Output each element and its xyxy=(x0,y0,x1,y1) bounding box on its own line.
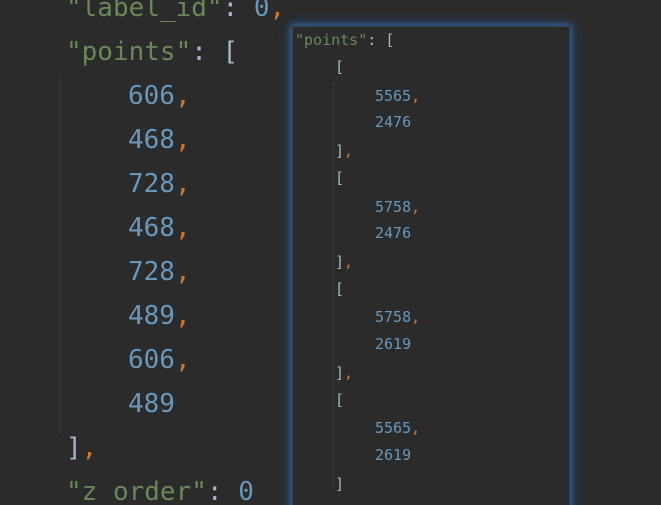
code-line-close: ], xyxy=(66,426,97,470)
json-number: 0 xyxy=(253,0,270,23)
popup-group-open: [ xyxy=(335,56,344,78)
popup-group-open: [ xyxy=(335,278,344,300)
code-line-value: 606, xyxy=(128,74,191,118)
popup-value: 5758, xyxy=(375,306,420,328)
popup-value: 2619 xyxy=(375,333,411,355)
json-number: 0 xyxy=(238,477,254,505)
popup-group-open: [ xyxy=(335,389,344,411)
comma: , xyxy=(174,125,191,155)
json-key: "z_order" xyxy=(66,477,207,505)
open-bracket: [ xyxy=(335,58,345,76)
popup-group-close: ], xyxy=(335,140,353,162)
popup-value: 2619 xyxy=(375,444,411,466)
json-number: 5758 xyxy=(375,198,412,216)
json-number: 2476 xyxy=(375,113,412,131)
json-number: 489 xyxy=(128,301,175,331)
comma: , xyxy=(411,198,421,216)
colon: : xyxy=(222,0,254,23)
json-number: 5565 xyxy=(375,87,412,105)
json-key: "label_id" xyxy=(66,0,223,23)
open-bracket: [ xyxy=(335,391,345,409)
json-key: "points" xyxy=(66,37,192,67)
comma: , xyxy=(174,81,191,111)
close-bracket: ] xyxy=(335,364,345,382)
json-number: 5758 xyxy=(375,308,412,326)
popup-value: 5758, xyxy=(375,196,420,218)
close-bracket: ] xyxy=(66,433,82,463)
json-number: 606 xyxy=(128,345,175,375)
close-bracket: ] xyxy=(335,253,345,271)
colon: : xyxy=(367,31,386,49)
code-line-value: 728, xyxy=(128,162,191,206)
popup-line-points: "points": [ xyxy=(295,29,394,51)
popup-value: 5565, xyxy=(375,417,420,439)
code-line-label-id: "label_id": 0, xyxy=(66,0,285,30)
comma: , xyxy=(174,345,191,375)
json-number: 728 xyxy=(128,169,175,199)
code-line-value: 489 xyxy=(128,382,175,426)
code-line-points: "points": [ xyxy=(66,30,238,74)
comma: , xyxy=(411,419,421,437)
close-bracket: ] xyxy=(335,142,345,160)
open-bracket: [ xyxy=(385,31,395,49)
json-number: 5565 xyxy=(375,419,412,437)
comma: , xyxy=(344,253,354,271)
colon: : xyxy=(206,477,239,505)
code-line-value: 468, xyxy=(128,206,191,250)
colon: : xyxy=(191,37,223,67)
code-line-z-order: "z_order": 0 xyxy=(66,470,254,505)
code-line-value: 489, xyxy=(128,294,191,338)
comma: , xyxy=(344,364,354,382)
json-number: 468 xyxy=(128,213,175,243)
json-number: 489 xyxy=(128,389,175,419)
popup-group-close: ], xyxy=(335,362,353,384)
comma: , xyxy=(174,301,191,331)
popup-value: 5565, xyxy=(375,85,420,107)
comma: , xyxy=(269,0,286,23)
code-line-value: 606, xyxy=(128,338,191,382)
code-preview-popup[interactable]: "points": [ [ 5565, 2476 ], [ 5758, 2476… xyxy=(292,26,570,505)
popup-group-close: ], xyxy=(335,251,353,273)
comma: , xyxy=(411,308,421,326)
popup-value: 2476 xyxy=(375,111,411,133)
json-number: 468 xyxy=(128,125,175,155)
screenshot-stage: "label_id": 0, "points": [ 606, 468, 728… xyxy=(0,0,661,505)
open-bracket: [ xyxy=(222,37,239,67)
json-number: 2619 xyxy=(375,446,412,464)
popup-value: 2476 xyxy=(375,222,411,244)
comma: , xyxy=(174,257,191,287)
popup-group-close: ] xyxy=(335,473,344,495)
indent-guide xyxy=(60,74,61,434)
json-number: 2619 xyxy=(375,335,412,353)
popup-group-open: [ xyxy=(335,167,344,189)
indent-guide xyxy=(333,82,334,492)
comma: , xyxy=(174,213,191,243)
comma: , xyxy=(344,142,354,160)
open-bracket: [ xyxy=(335,280,345,298)
open-bracket: [ xyxy=(335,169,345,187)
comma: , xyxy=(174,169,191,199)
json-number: 728 xyxy=(128,257,175,287)
json-number: 2476 xyxy=(375,224,412,242)
json-number: 606 xyxy=(128,81,175,111)
json-key: "points" xyxy=(295,31,368,49)
code-line-value: 468, xyxy=(128,118,191,162)
code-line-value: 728, xyxy=(128,250,191,294)
close-bracket: ] xyxy=(335,475,345,493)
comma: , xyxy=(81,433,98,463)
comma: , xyxy=(411,87,421,105)
